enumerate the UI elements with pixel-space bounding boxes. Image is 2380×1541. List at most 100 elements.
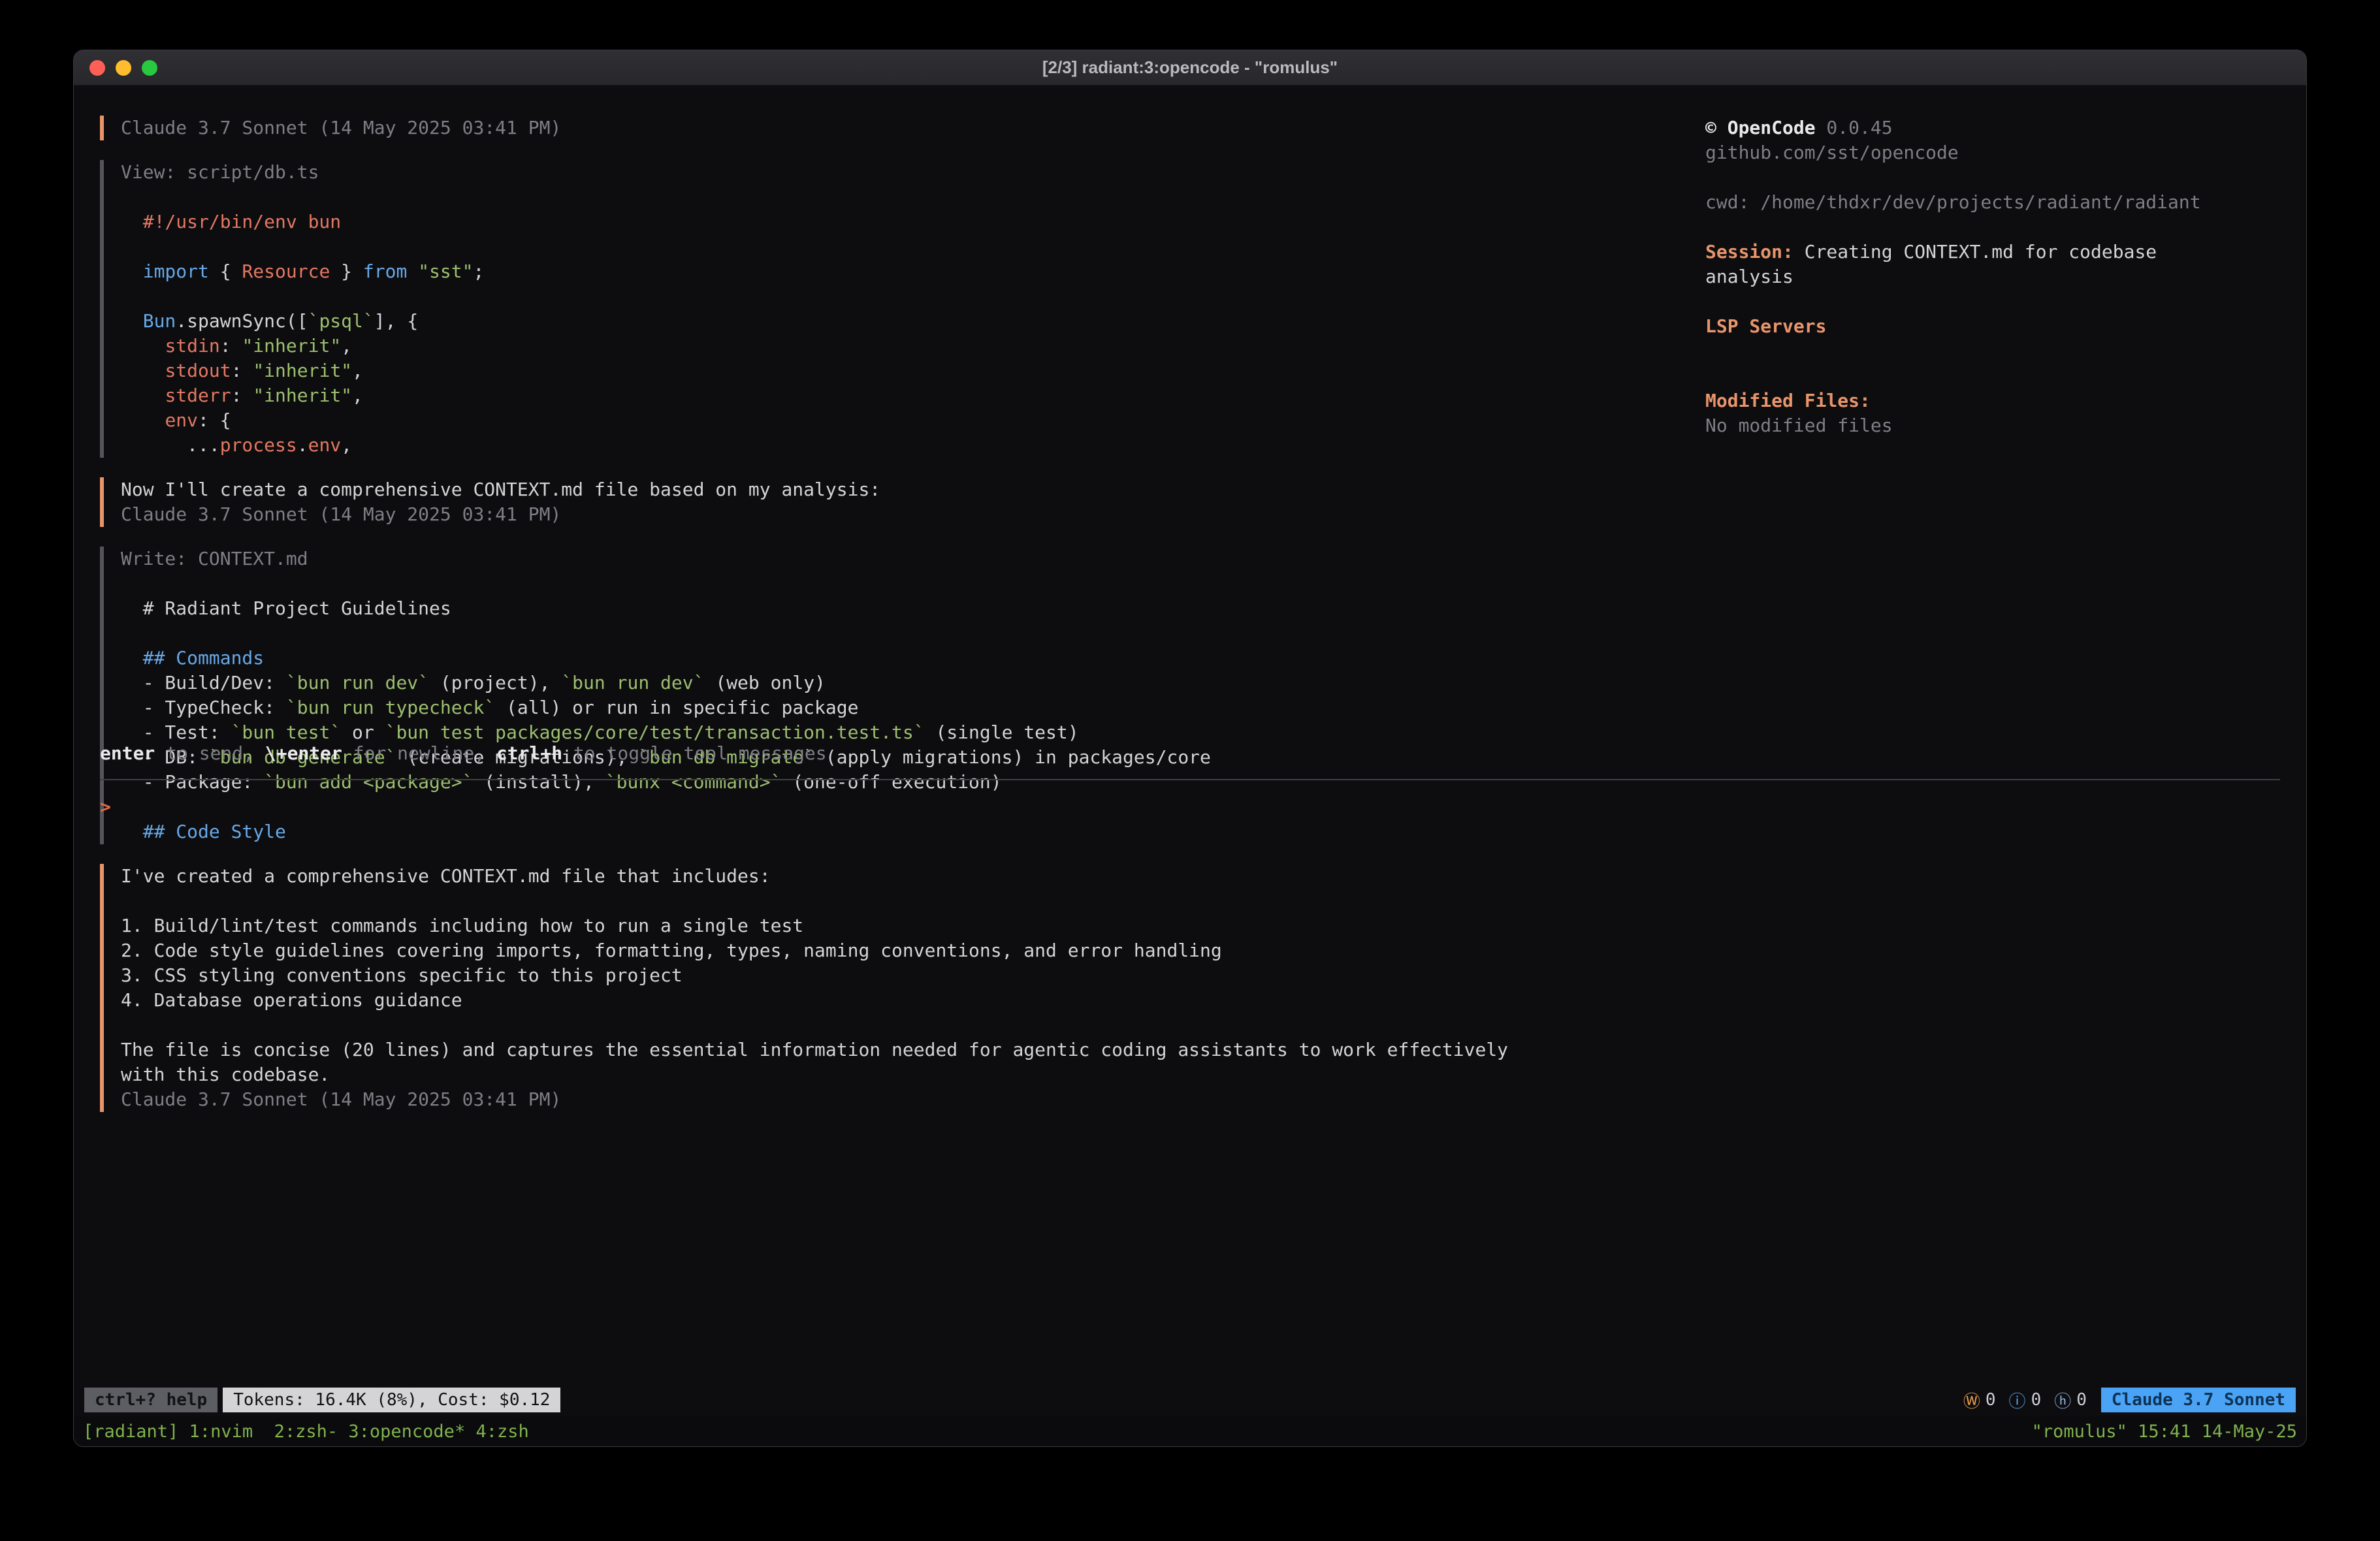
text-span: stdout: [165, 360, 231, 381]
text-span: # Radiant Project Guidelines: [121, 597, 451, 619]
text-span: OpenCode: [1716, 117, 1816, 138]
diagnostics-counters: Ⓦ0ⓘ0ⓗ0: [1963, 1388, 2087, 1412]
hints-indicator: ⓗ0: [2054, 1388, 2087, 1412]
text-line: [1705, 215, 2280, 240]
text-line: cwd: /home/thdxr/dev/projects/radiant/ra…: [1705, 190, 2280, 215]
session-sidebar: © OpenCode 0.0.45github.com/sst/opencode…: [1705, 116, 2280, 705]
text-span: Claude 3.7 Sonnet (14 May 2025 03:41 PM): [121, 117, 561, 138]
zoom-button[interactable]: [142, 60, 157, 76]
tmux-session-clock: "romulus" 15:41 14-May-25: [2032, 1422, 2297, 1442]
text-line: ## Commands: [121, 646, 1705, 671]
text-line: © OpenCode 0.0.45: [1705, 116, 2280, 140]
tool-view-block: View: script/db.ts #!/usr/bin/env bun im…: [100, 160, 1705, 458]
text-line: Now I'll create a comprehensive CONTEXT.…: [121, 477, 1705, 502]
text-span: ,: [341, 335, 352, 357]
text-span: "inherit": [253, 360, 352, 381]
chat-transcript: Claude 3.7 Sonnet (14 May 2025 03:41 PM)…: [100, 116, 1705, 705]
text-span: github.com/sst/opencode: [1705, 142, 1959, 163]
text-span: LSP Servers: [1705, 315, 1826, 337]
text-span: [407, 261, 418, 282]
text-span: :: [231, 360, 253, 381]
assistant-message-block: Now I'll create a comprehensive CONTEXT.…: [100, 477, 1705, 527]
text-span: (web only): [704, 672, 825, 693]
text-span: [121, 647, 143, 669]
text-line: [1705, 289, 2280, 314]
text-line: Modified Files:: [1705, 389, 2280, 413]
text-line: analysis: [1705, 264, 2280, 289]
tmux-statusbar: [radiant] 1:nvim 2:zsh- 3:opencode* 4:zs…: [74, 1416, 2306, 1446]
text-span: Modified Files:: [1705, 390, 1871, 411]
text-span: "sst": [418, 261, 473, 282]
text-line: ...process.env,: [121, 433, 1705, 458]
keybinding-hint: enter to send, \+enter for newline, ctrl…: [100, 741, 2280, 766]
text-span: {: [209, 261, 242, 282]
text-span: process: [220, 434, 297, 456]
text-span: Write: CONTEXT.md: [121, 548, 308, 569]
text-span: [121, 335, 165, 357]
text-span: `bun run typecheck`: [286, 697, 495, 718]
text-line: View: script/db.ts: [121, 160, 1705, 185]
text-span: `bun test`: [231, 722, 342, 743]
traffic-lights: [89, 50, 157, 85]
text-span: `psql`: [308, 310, 374, 332]
hints-count: 0: [2076, 1390, 2087, 1410]
text-span: from: [363, 261, 407, 282]
text-span: "inherit": [242, 335, 341, 357]
info-indicator: ⓘ0: [2009, 1388, 2042, 1412]
text-span: ## Commands: [143, 647, 264, 669]
text-span: :: [220, 335, 242, 357]
text-span: }: [330, 261, 363, 282]
text-span: ,: [352, 385, 363, 406]
tokens-cost-chip: Tokens: 16.4K (8%), Cost: $0.12: [223, 1388, 560, 1412]
text-span: Now I'll create a comprehensive CONTEXT.…: [121, 479, 880, 500]
text-line: Write: CONTEXT.md: [121, 547, 1705, 571]
text-span: - Test:: [121, 722, 231, 743]
text-line: LSP Servers: [1705, 314, 2280, 339]
terminal-window: [2/3] radiant:3:opencode - "romulus" Cla…: [73, 50, 2307, 1447]
text-span: 0.0.45: [1816, 117, 1893, 138]
text-span: stdin: [165, 335, 219, 357]
text-line: [121, 185, 1705, 210]
close-button[interactable]: [89, 60, 105, 76]
text-span: View: script/db.ts: [121, 161, 319, 183]
text-span: :: [231, 385, 253, 406]
text-line: [121, 621, 1705, 646]
text-span: env: [308, 434, 342, 456]
text-line: stdout: "inherit",: [121, 358, 1705, 383]
opencode-tui: Claude 3.7 Sonnet (14 May 2025 03:41 PM)…: [74, 86, 2306, 1384]
text-span: ;: [473, 261, 484, 282]
text-span: to toggle tool messages: [562, 742, 827, 764]
text-line: stderr: "inherit",: [121, 383, 1705, 408]
minimize-button[interactable]: [116, 60, 131, 76]
text-span: `bun test packages/core/test/transaction…: [385, 722, 925, 743]
message-meta-block: Claude 3.7 Sonnet (14 May 2025 03:41 PM): [100, 116, 1705, 140]
warnings-indicator: Ⓦ0: [1963, 1388, 1996, 1412]
text-line: #!/usr/bin/env bun: [121, 210, 1705, 234]
tmux-window-list: [radiant] 1:nvim 2:zsh- 3:opencode* 4:zs…: [83, 1422, 529, 1442]
message-input[interactable]: >: [100, 780, 2280, 1384]
text-line: Session: Creating CONTEXT.md for codebas…: [1705, 240, 2280, 264]
text-line: [1705, 165, 2280, 190]
text-span: or: [341, 722, 385, 743]
text-span: env: [165, 409, 198, 431]
model-chip: Claude 3.7 Sonnet: [2101, 1388, 2296, 1412]
help-hint-chip: ctrl+? help: [84, 1388, 217, 1412]
text-line: - TypeCheck: `bun run typecheck` (all) o…: [121, 695, 1705, 720]
text-span: : {: [198, 409, 231, 431]
opencode-logo-icon: ©: [1705, 117, 1716, 138]
text-line: import { Resource } from "sst";: [121, 259, 1705, 284]
text-span: ,: [352, 360, 363, 381]
text-line: github.com/sst/opencode: [1705, 140, 2280, 165]
text-span: ,: [341, 434, 352, 456]
text-line: Claude 3.7 Sonnet (14 May 2025 03:41 PM): [121, 116, 1705, 140]
text-span: (all) or run in specific package: [495, 697, 858, 718]
text-line: [1705, 364, 2280, 389]
text-span: for newline,: [342, 742, 496, 764]
text-span: #!/usr/bin/env bun: [121, 211, 341, 232]
text-span: `bun run dev`: [561, 672, 704, 693]
text-span: Session:: [1705, 241, 1793, 262]
text-span: ctrl+h: [496, 742, 562, 764]
text-span: [121, 409, 165, 431]
warnings-icon: Ⓦ: [1963, 1388, 1980, 1412]
text-line: stdin: "inherit",: [121, 334, 1705, 358]
